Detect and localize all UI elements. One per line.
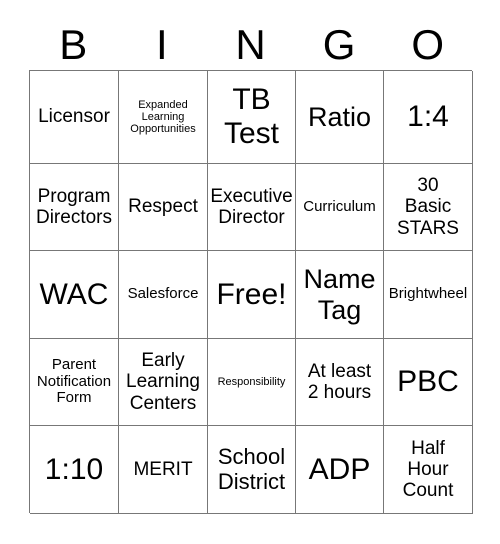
- bingo-cell-label: Ratio: [307, 101, 372, 132]
- bingo-cell-label: Free!: [216, 277, 287, 311]
- bingo-cell-r2c1[interactable]: Program Directors: [30, 164, 119, 251]
- bingo-cell-r3c2[interactable]: Salesforce: [119, 251, 208, 339]
- bingo-header-letter-n: N: [235, 21, 266, 68]
- bingo-header-letter-g: G: [322, 21, 356, 68]
- bingo-cell-label: Executive Director: [210, 185, 293, 228]
- bingo-cell-r5c1[interactable]: 1:10: [30, 426, 119, 514]
- bingo-cell-r4c2[interactable]: Early Learning Centers: [119, 339, 208, 426]
- bingo-cell-r2c5[interactable]: 30 Basic STARS: [384, 164, 473, 251]
- bingo-cell-label: Expanded Learning Opportunities: [130, 98, 196, 136]
- bingo-cell-r1c1[interactable]: Licensor: [30, 71, 119, 164]
- bingo-header-letter-o: O: [411, 21, 444, 68]
- bingo-cell-label: PBC: [397, 365, 459, 399]
- bingo-header-letter-b: B: [59, 21, 88, 68]
- bingo-cell-label: Licensor: [38, 106, 110, 128]
- bingo-cell-label: Name Tag: [303, 264, 376, 325]
- bingo-cell-r2c4[interactable]: Curriculum: [296, 164, 384, 251]
- bingo-cell-label: MERIT: [133, 458, 193, 480]
- bingo-cell-label: Parent Notification Form: [36, 355, 112, 407]
- bingo-cell-r1c2[interactable]: Expanded Learning Opportunities: [119, 71, 208, 164]
- bingo-cell-r1c5[interactable]: 1:4: [384, 71, 473, 164]
- bingo-grid: Licensor Expanded Learning Opportunities T…: [29, 70, 473, 514]
- bingo-header-row: BINGO: [29, 20, 472, 70]
- bingo-cell-label: WAC: [39, 277, 109, 311]
- bingo-cell-label: 1:10: [44, 452, 104, 486]
- bingo-cell-r5c4[interactable]: ADP: [296, 426, 384, 514]
- bingo-cell-label: Early Learning Centers: [126, 350, 200, 414]
- bingo-cell-r1c4[interactable]: Ratio: [296, 71, 384, 164]
- bingo-cell-label: Program Directors: [35, 185, 112, 228]
- bingo-header-letter-i: I: [156, 21, 168, 68]
- bingo-cell-r1c3[interactable]: TB Test: [208, 71, 296, 164]
- bingo-cell-r4c4[interactable]: At least 2 hours: [296, 339, 384, 426]
- bingo-cell-r3c5[interactable]: Brightwheel: [384, 251, 473, 339]
- bingo-cell-label: Salesforce: [127, 285, 199, 303]
- bingo-card: B I N G O Licensor Expanded Learning Opportun…: [0, 0, 500, 544]
- bingo-cell-r5c3[interactable]: School District: [208, 426, 296, 514]
- bingo-cell-label: Half Hour Count: [402, 437, 454, 502]
- bingo-cell-r4c5[interactable]: PBC: [384, 339, 473, 426]
- bingo-cell-r4c3[interactable]: Responsibility: [208, 339, 296, 426]
- bingo-cell-label: TB Test: [223, 83, 280, 150]
- bingo-cell-label: ADP: [308, 452, 371, 486]
- bingo-cell-r3c3[interactable]: Free!: [208, 251, 296, 339]
- bingo-cell-label: Brightwheel: [388, 285, 468, 303]
- bingo-cell-label: At least 2 hours: [307, 360, 372, 403]
- bingo-cell-label: 1:4: [407, 100, 449, 134]
- bingo-cell-r3c4[interactable]: Name Tag: [296, 251, 384, 339]
- bingo-cell-label: School District: [217, 443, 286, 494]
- bingo-cell-label: Respect: [128, 196, 198, 218]
- bingo-cell-label: 30 Basic STARS: [397, 175, 459, 239]
- bingo-cell-label: Curriculum: [303, 197, 376, 215]
- bingo-cell-r5c5[interactable]: Half Hour Count: [384, 426, 473, 514]
- bingo-cell-r2c2[interactable]: Respect: [119, 164, 208, 251]
- bingo-cell-r2c3[interactable]: Executive Director: [208, 164, 296, 251]
- bingo-cell-r3c1[interactable]: WAC: [30, 251, 119, 339]
- bingo-cell-label: Responsibility: [217, 375, 286, 388]
- bingo-cell-r4c1[interactable]: Parent Notification Form: [30, 339, 119, 426]
- bingo-cell-r5c2[interactable]: MERIT: [119, 426, 208, 514]
